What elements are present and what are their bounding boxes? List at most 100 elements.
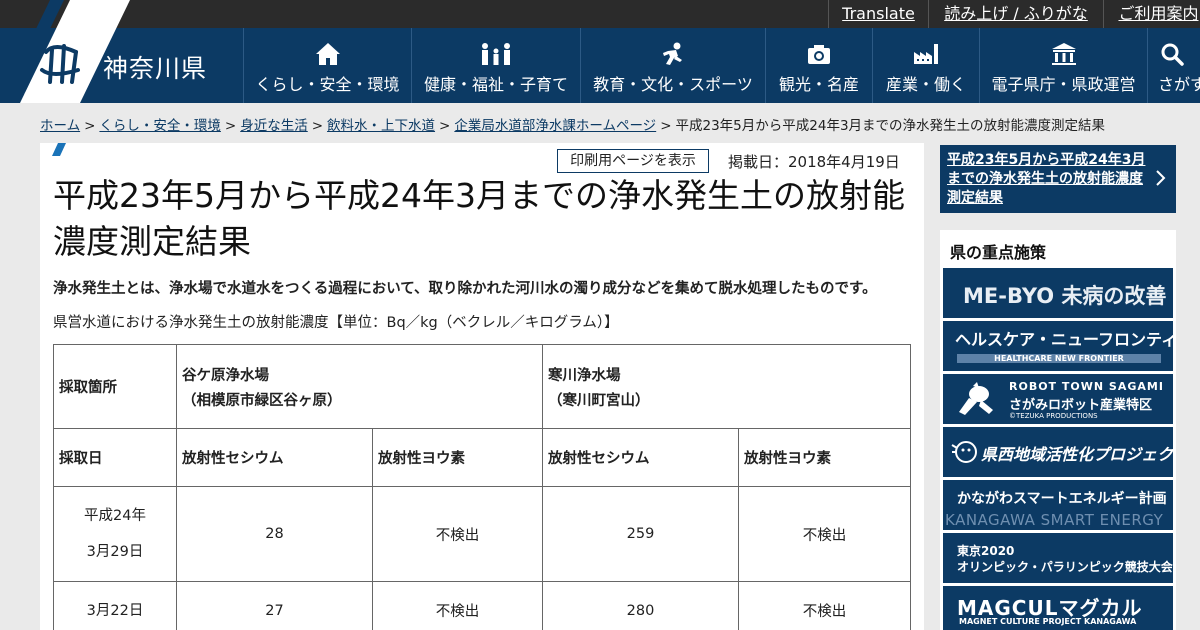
breadcrumb-water-link[interactable]: 飲料水・上下水道 <box>327 118 435 134</box>
banner-tokyo2020-sublabel: オリンピック・パラリンピック競技大会 <box>957 560 1173 574</box>
post-date: 掲載日：2018年4月19日 <box>728 153 900 171</box>
breadcrumb-separator: > <box>660 118 672 134</box>
banner-healthcare-sublabel: HEALTHCARE NEW FRONTIER <box>957 354 1161 363</box>
breadcrumb-separator: > <box>439 118 451 134</box>
col-plant2-iodine: 放射性ヨウ素 <box>738 428 911 487</box>
plant2-name: 寒川浄水場 <box>548 367 621 384</box>
col-plant2-cesium: 放射性セシウム <box>542 428 739 487</box>
sidebar-current-page-label: 平成23年5月から平成24年3月までの浄水発生土の放射能濃度測定結果 <box>947 152 1146 206</box>
breadcrumb-separator: > <box>311 118 324 134</box>
banner-kensei-label: 県西地域活性化プロジェクト <box>981 445 1173 464</box>
plant2-cesium-value: 280 <box>542 581 739 630</box>
plant1-header: 谷ケ原浄水場 （相模原市緑区谷ヶ原） <box>176 344 543 429</box>
banner-robot-town-sagami[interactable]: ROBOT TOWN SAGAMI さがみロボット産業特区 ©TEZUKA PR… <box>943 374 1173 424</box>
mascot-face-icon <box>951 441 977 463</box>
plant1-iodine-value: 不検出 <box>372 581 543 630</box>
logo-subtext: KANAGAWA <box>24 92 64 99</box>
chevron-right-icon <box>1156 170 1166 186</box>
breadcrumb-life-safety-link[interactable]: くらし・安全・環境 <box>99 118 221 134</box>
main-content: 印刷用ページを表示 掲載日：2018年4月19日 平成23年5月から平成24年3… <box>40 143 924 630</box>
plant2-iodine-value: 不検出 <box>738 581 911 630</box>
banner-healthcare-label: ヘルスケア・ニューフロンティア <box>955 330 1173 349</box>
nav-label: 教育・文化・スポーツ <box>593 75 753 94</box>
banner-smart-energy-label: かながわスマートエネルギー計画 <box>957 491 1167 507</box>
table-header-row: 採取箇所 谷ケ原浄水場 （相模原市緑区谷ヶ原） 寒川浄水場 （寒川町宮山） <box>53 344 911 429</box>
print-page-button[interactable]: 印刷用ページを表示 <box>557 149 709 173</box>
utility-bar: Translate 読み上げ / ふりがな ご利用案内 <box>0 0 1200 28</box>
nav-search[interactable]: さがす <box>1147 28 1200 103</box>
sample-date: 平成24年 3月29日 <box>53 486 177 582</box>
nav-label: さがす <box>1158 75 1200 94</box>
radioactivity-table: 採取箇所 谷ケ原浄水場 （相模原市緑区谷ヶ原） 寒川浄水場 （寒川町宮山） 採取… <box>53 344 911 630</box>
banner-mebyo-label: ME-BYO 未病の改善 <box>963 284 1167 308</box>
read-aloud-furigana-link[interactable]: 読み上げ / ふりがな <box>928 0 1103 28</box>
nav-label: 観光・名産 <box>778 75 859 94</box>
banner-robot-title: ROBOT TOWN SAGAMI <box>1009 380 1164 393</box>
plant1-cesium-value: 27 <box>176 581 373 630</box>
sidebar-priority-policies: 県の重点施策 ME-BYO 未病の改善 ヘルスケア・ニューフロンティア HEAL… <box>940 230 1176 630</box>
banner-tokyo2020-label: 東京2020 <box>957 544 1015 558</box>
plant2-iodine-value: 不検出 <box>738 486 911 582</box>
nav-tourism-specialties[interactable]: 観光・名産 <box>765 28 872 103</box>
table-row: 3月22日 27 不検出 280 不検出 <box>53 581 911 630</box>
nav-label: 産業・働く <box>885 75 966 94</box>
breadcrumb: ホーム > くらし・安全・環境 > 身近な生活 > 飲料水・上下水道 > 企業局水道部浄水課ホー… <box>40 114 1105 134</box>
col-plant1-cesium: 放射性セシウム <box>176 428 373 487</box>
nav-label: 健康・福祉・子育て <box>423 75 568 94</box>
banner-robot-sublabel: さがみロボット産業特区 <box>1009 398 1153 413</box>
sidebar-current-page-link[interactable]: 平成23年5月から平成24年3月までの浄水発生土の放射能濃度測定結果 <box>940 145 1176 213</box>
banner-robot-copyright: ©TEZUKA PRODUCTIONS <box>1009 412 1098 420</box>
breadcrumb-purification-dept-link[interactable]: 企業局水道部浄水課ホームページ <box>454 118 656 134</box>
factory-icon <box>914 44 938 64</box>
banner-kensei-region-project[interactable]: 県西地域活性化プロジェクト <box>943 427 1173 477</box>
header-location: 採取箇所 <box>53 344 177 429</box>
home-icon <box>315 43 340 65</box>
breadcrumb-separator: > <box>224 118 237 134</box>
runner-icon <box>663 42 682 65</box>
banner-magcul-sublabel: MAGNET CULTURE PROJECT KANAGAWA <box>959 617 1137 626</box>
sample-date-line1: 平成24年 <box>84 508 146 524</box>
site-logo-link[interactable]: 神奈川県 KANAGAWA <box>0 0 243 103</box>
banner-smart-energy-sublabel: KANAGAWA SMART ENERGY <box>945 511 1164 529</box>
banner-healthcare-frontier[interactable]: ヘルスケア・ニューフロンティア HEALTHCARE NEW FRONTIER <box>943 321 1173 371</box>
unit-note: 県営水道における浄水発生土の放射能濃度【単位：Bq／kg（ベクレル／キログラム）… <box>53 315 619 331</box>
banner-smart-energy[interactable]: かながわスマートエネルギー計画 KANAGAWA SMART ENERGY <box>943 480 1173 530</box>
family-icon <box>482 43 510 65</box>
translate-link[interactable]: Translate <box>828 0 928 28</box>
nav-e-government[interactable]: 電子県庁・県政運営 <box>979 28 1147 103</box>
header-date: 採取日 <box>53 428 177 487</box>
camera-icon <box>808 45 830 64</box>
col-plant1-iodine: 放射性ヨウ素 <box>372 428 543 487</box>
robot-character-icon <box>959 382 993 415</box>
breadcrumb-home-link[interactable]: ホーム <box>40 118 80 134</box>
nav-industry-work[interactable]: 産業・働く <box>872 28 979 103</box>
usage-guide-link[interactable]: ご利用案内 <box>1103 0 1200 28</box>
page-title: 平成23年5月から平成24年3月までの浄水発生土の放射能濃度測定結果 <box>53 176 905 261</box>
search-icon <box>1161 43 1184 66</box>
intro-text: 浄水発生土とは、浄水場で水道水をつくる過程において、取り除かれた河川水の濁り成分… <box>53 281 877 297</box>
government-building-icon <box>1051 43 1076 65</box>
nav-education-culture-sports[interactable]: 教育・文化・スポーツ <box>580 28 765 103</box>
plant2-header: 寒川浄水場 （寒川町宮山） <box>542 344 911 429</box>
nav-label: 電子県庁・県政運営 <box>991 75 1136 94</box>
site-header: 神奈川県 KANAGAWA くらし・安全・環境 健康・福祉・子育て 教育・文化・… <box>0 0 1200 103</box>
site-name: 神奈川県 <box>103 54 208 83</box>
breadcrumb-current: 平成23年5月から平成24年3月までの浄水発生土の放射能濃度測定結果 <box>675 118 1106 134</box>
table-subheader-row: 採取日 放射性セシウム 放射性ヨウ素 放射性セシウム 放射性ヨウ素 <box>53 428 911 487</box>
banner-tokyo2020[interactable]: 東京2020 オリンピック・パラリンピック競技大会 <box>943 533 1173 583</box>
nav-life-safety-environment[interactable]: くらし・安全・環境 <box>243 28 411 103</box>
corner-accent-icon <box>52 143 66 156</box>
breadcrumb-daily-life-link[interactable]: 身近な生活 <box>240 118 308 134</box>
plant2-address: （寒川町宮山） <box>548 392 650 409</box>
plant1-iodine-value: 不検出 <box>372 486 543 582</box>
plant1-name: 谷ケ原浄水場 <box>182 367 269 384</box>
banner-mebyo[interactable]: ME-BYO 未病の改善 <box>943 268 1173 318</box>
plant1-address: （相模原市緑区谷ヶ原） <box>182 392 342 409</box>
sample-date-line2: 3月29日 <box>86 544 144 560</box>
sample-date-line1: 3月22日 <box>86 602 144 619</box>
banner-magcul[interactable]: MAGCULマグカル MAGNET CULTURE PROJECT KANAGA… <box>943 586 1173 630</box>
table-row: 平成24年 3月29日 28 不検出 259 不検出 <box>53 486 911 582</box>
nav-health-welfare-childcare[interactable]: 健康・福祉・子育て <box>411 28 580 103</box>
sidebar-heading: 県の重点施策 <box>950 243 1047 262</box>
nav-label: くらし・安全・環境 <box>255 75 400 94</box>
